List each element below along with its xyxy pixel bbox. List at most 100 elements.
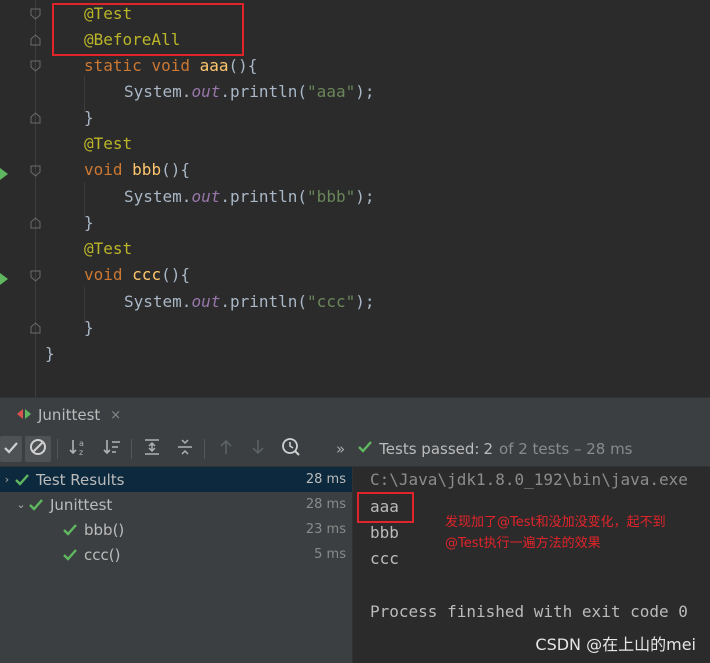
method-name: aaa xyxy=(199,56,229,75)
fold-icon[interactable] xyxy=(30,8,41,20)
fold-icon[interactable] xyxy=(30,322,41,334)
sort-alphabetically-button[interactable]: az xyxy=(66,437,90,461)
passed-count: 2 xyxy=(483,440,494,458)
svg-text:a: a xyxy=(79,439,84,448)
toolbar-separator xyxy=(204,439,205,459)
watermark: CSDN @在上山的mei xyxy=(535,635,696,654)
code-editor[interactable]: @Test @BeforeAll static void aaa(){ Syst… xyxy=(0,0,710,397)
code-text: ); xyxy=(355,292,375,311)
status-label: Tests passed: xyxy=(379,440,480,458)
fold-icon[interactable] xyxy=(30,217,41,229)
tab-label: Junittest xyxy=(38,406,101,424)
sort-duration-icon xyxy=(102,437,122,461)
code-text: ); xyxy=(355,82,375,101)
run-gutter-icon[interactable] xyxy=(0,270,8,285)
code-line: System.out.println("ccc"); xyxy=(124,289,374,315)
check-icon xyxy=(28,498,46,512)
duration: 23 ms xyxy=(305,522,346,537)
code-text: } xyxy=(84,108,94,127)
code-text: .println( xyxy=(220,187,308,206)
fold-icon[interactable] xyxy=(30,112,41,124)
java-command-line: C:\Java\jdk1.8.0_192\bin\java.exe xyxy=(370,470,688,489)
close-icon[interactable]: × xyxy=(110,408,121,423)
show-ignored-toggle[interactable] xyxy=(25,436,51,462)
show-passed-toggle[interactable] xyxy=(0,436,22,462)
fold-icon[interactable] xyxy=(30,270,41,282)
static-field: out xyxy=(191,292,221,311)
previous-failed-test-button[interactable] xyxy=(214,437,238,461)
code-line: void bbb(){ xyxy=(84,157,190,183)
console-output-line: ccc xyxy=(370,549,399,568)
test-results-tree: › Test Results 28 ms ⌄ Junittest 28 ms b… xyxy=(0,467,352,663)
annotation: @Test xyxy=(84,134,133,153)
keyword: void xyxy=(84,160,123,179)
code-line: } xyxy=(84,105,94,131)
tree-item-label: Test Results xyxy=(36,470,125,489)
next-failed-icon xyxy=(250,438,266,460)
annotation: @Test xyxy=(84,239,133,258)
code-line: System.out.println("bbb"); xyxy=(124,184,374,210)
check-icon xyxy=(14,473,32,487)
code-text: ); xyxy=(355,187,375,206)
string-literal: "bbb" xyxy=(307,187,356,206)
test-history-button[interactable] xyxy=(279,437,303,461)
tab-junittest[interactable]: Junittest × xyxy=(8,398,129,432)
string-literal: "aaa" xyxy=(307,82,356,101)
test-status-bar: » Tests passed: 2 of 2 tests – 28 ms xyxy=(336,431,633,467)
tree-item-label: ccc() xyxy=(84,545,121,564)
output-highlight-box xyxy=(357,492,414,523)
check-icon xyxy=(357,440,373,458)
console-output[interactable]: C:\Java\jdk1.8.0_192\bin\java.exe aaa bb… xyxy=(353,467,710,663)
chevron-icon[interactable]: › xyxy=(0,473,14,486)
code-line: } xyxy=(45,341,55,367)
toolbar-separator xyxy=(57,439,58,459)
chevron-down-icon[interactable]: ⌄ xyxy=(14,498,28,511)
run-tool-window-header: Junittest × xyxy=(0,397,710,431)
status-detail: of 2 tests – 28 ms xyxy=(499,440,633,458)
run-gutter-icon[interactable] xyxy=(0,165,8,180)
code-text: .println( xyxy=(220,292,308,311)
duration: 28 ms xyxy=(305,497,346,512)
expand-all-icon xyxy=(142,437,162,461)
expand-toolbar-icon[interactable]: » xyxy=(336,440,345,458)
code-line: static void aaa(){ xyxy=(84,53,257,79)
code-text: (){ xyxy=(161,160,190,179)
fold-icon[interactable] xyxy=(30,165,41,177)
toolbar-separator xyxy=(131,439,132,459)
static-field: out xyxy=(191,187,221,206)
tree-item-bbb[interactable]: bbb() 23 ms xyxy=(0,517,352,542)
static-field: out xyxy=(191,82,221,101)
expand-all-button[interactable] xyxy=(140,437,164,461)
keyword: static xyxy=(84,56,142,75)
keyword: void xyxy=(84,265,123,284)
tree-item-label: Junittest xyxy=(50,495,113,514)
duration: 5 ms xyxy=(314,547,346,562)
tree-item-ccc[interactable]: ccc() 5 ms xyxy=(0,542,352,567)
collapse-all-button[interactable] xyxy=(173,437,197,461)
code-text: } xyxy=(84,213,94,232)
note-line: @Test执行一遍方法的效果 xyxy=(445,536,601,551)
next-failed-test-button[interactable] xyxy=(246,437,270,461)
tree-item-label: bbb() xyxy=(84,520,125,539)
fold-icon[interactable] xyxy=(30,34,41,46)
history-icon xyxy=(281,437,301,461)
string-literal: "ccc" xyxy=(307,292,356,311)
note-line: 发现加了@Test和没加没变化，起不到 xyxy=(445,515,666,530)
fold-icon[interactable] xyxy=(30,60,41,72)
code-text: (){ xyxy=(161,265,190,284)
code-text: System. xyxy=(124,187,192,206)
sort-alpha-icon: az xyxy=(68,437,88,461)
code-text: .println( xyxy=(220,82,308,101)
method-name: ccc xyxy=(132,265,162,284)
tree-item-test-results[interactable]: › Test Results 28 ms xyxy=(0,467,352,492)
check-icon xyxy=(62,523,80,537)
tree-item-junittest[interactable]: ⌄ Junittest 28 ms xyxy=(0,492,352,517)
code-line: void ccc(){ xyxy=(84,262,190,288)
annotation-note: 发现加了@Test和没加没变化，起不到 @Test执行一遍方法的效果 xyxy=(445,512,666,554)
code-text: } xyxy=(84,318,94,337)
code-line: } xyxy=(84,315,94,341)
code-text: System. xyxy=(124,292,192,311)
check-icon xyxy=(3,440,19,459)
prev-failed-icon xyxy=(218,438,234,460)
sort-by-duration-button[interactable] xyxy=(100,437,124,461)
